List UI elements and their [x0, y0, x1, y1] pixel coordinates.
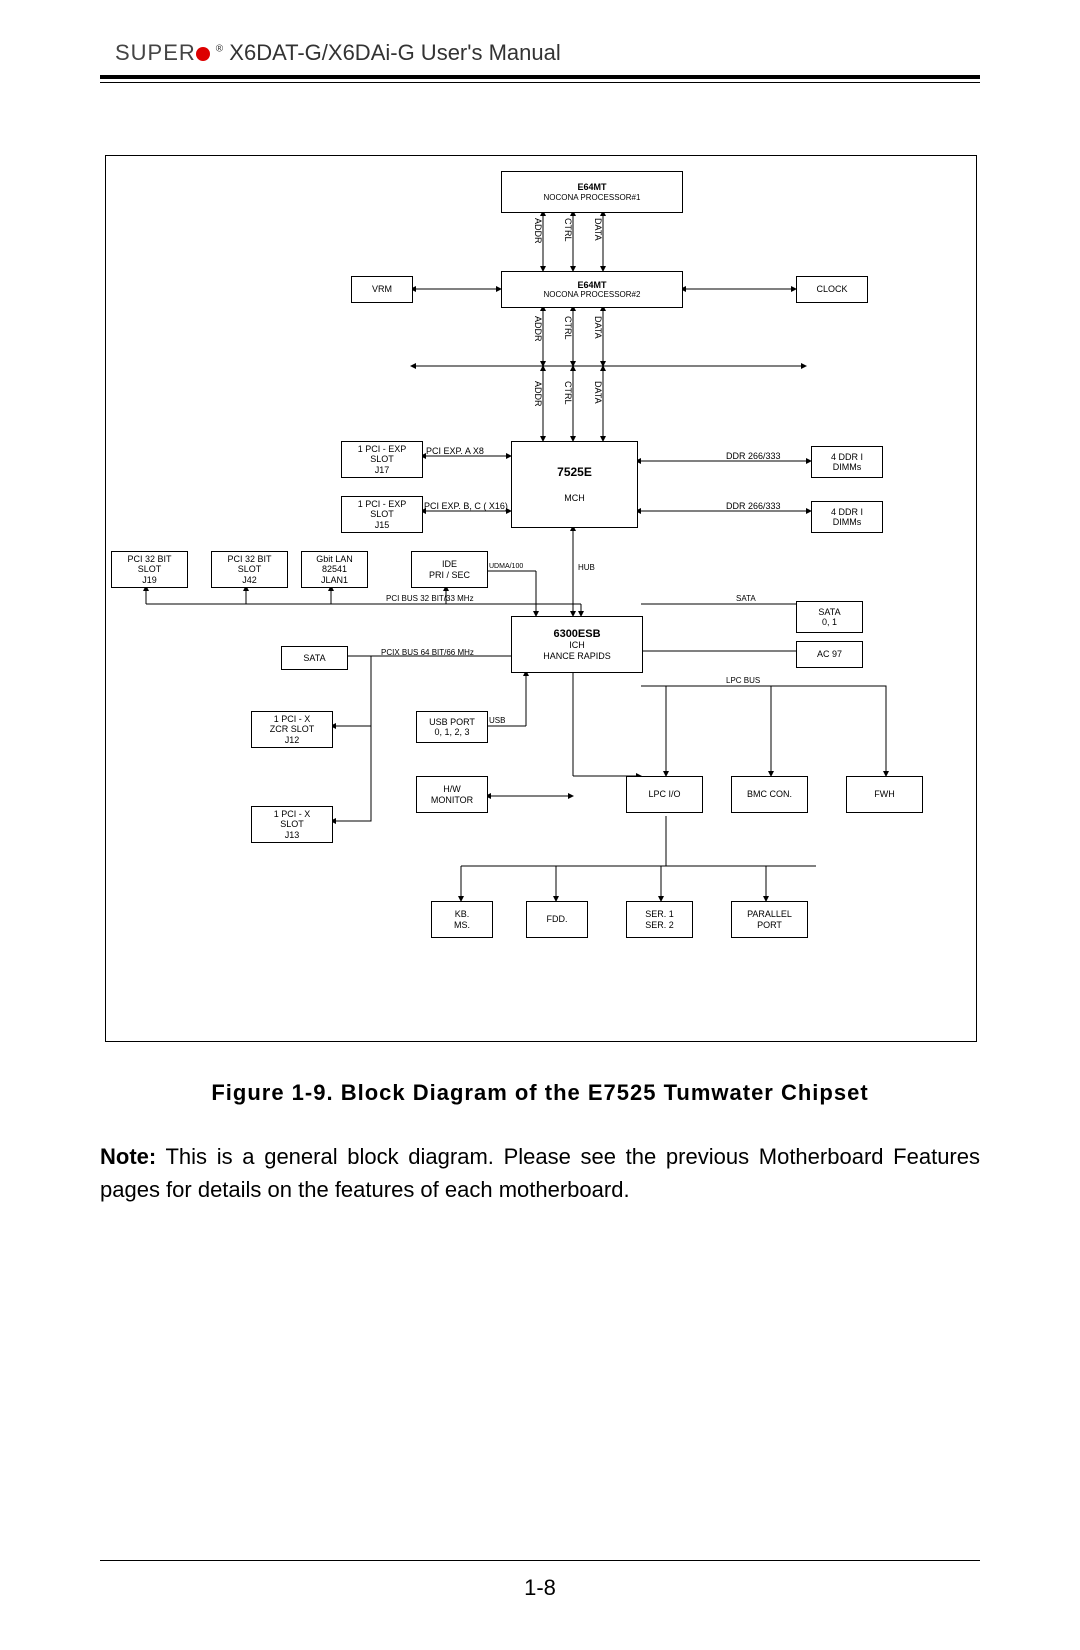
block-mch: 7525EMCH	[511, 441, 638, 528]
block-bmc: BMC CON.	[731, 776, 808, 813]
bus-addr-3: ADDR	[533, 381, 543, 407]
block-kb-ms: KB.MS.	[431, 901, 493, 938]
block-dimm-b: 4 DDR IDIMMs	[811, 501, 883, 533]
bus-ddr-2: DDR 266/333	[726, 501, 781, 511]
block-pex-slot-j15: 1 PCI - EXPSLOTJ15	[341, 496, 423, 533]
bus-ctrl-1: CTRL	[563, 218, 573, 242]
block-clock: CLOCK	[796, 276, 868, 303]
bus-ctrl-2: CTRL	[563, 316, 573, 340]
bus-addr-1: ADDR	[533, 218, 543, 244]
block-cpu2: E64MTNOCONA PROCESSOR#2	[501, 271, 683, 308]
brand: SUPER	[115, 40, 196, 65]
bus-ddr-1: DDR 266/333	[726, 451, 781, 461]
bus-pci32: PCI BUS 32 BIT/33 MHz	[386, 594, 474, 603]
block-gbit-lan: Gbit LAN82541JLAN1	[301, 551, 368, 588]
figure-note: Note: This is a general block diagram. P…	[100, 1140, 980, 1206]
block-hw-monitor: H/WMONITOR	[416, 776, 488, 813]
page-header: SUPER® X6DAT-G/X6DAi-G User's Manual	[115, 40, 561, 66]
block-usb: USB PORT0, 1, 2, 3	[416, 711, 488, 743]
header-rule	[100, 75, 980, 79]
bus-addr-2: ADDR	[533, 316, 543, 342]
bus-data-1: DATA	[593, 218, 603, 241]
block-sata: SATA	[281, 646, 348, 670]
bus-lpc: LPC BUS	[726, 676, 760, 685]
figure-caption: Figure 1-9. Block Diagram of the E7525 T…	[0, 1080, 1080, 1106]
block-diagram: E64MTNOCONA PROCESSOR#1 E64MTNOCONA PROC…	[106, 156, 976, 1041]
block-pci-j42: PCI 32 BITSLOTJ42	[211, 551, 288, 588]
bus-hub: HUB	[578, 563, 595, 572]
block-ide: IDEPRI / SEC	[411, 551, 488, 588]
bus-pcix: PCIX BUS 64 BIT/66 MHz	[381, 648, 474, 657]
block-parallel: PARALLELPORT	[731, 901, 808, 938]
header-rule-thin	[100, 82, 980, 83]
bus-pexa: PCI EXP. A X8	[426, 446, 484, 456]
block-pci-j19: PCI 32 BITSLOTJ19	[111, 551, 188, 588]
block-serial: SER. 1SER. 2	[626, 901, 693, 938]
block-sata01: SATA0, 1	[796, 601, 863, 633]
block-dimm-a: 4 DDR IDIMMs	[811, 446, 883, 478]
bus-data-3: DATA	[593, 381, 603, 404]
footer-rule	[100, 1560, 980, 1561]
block-pex-slot-j17: 1 PCI - EXPSLOTJ17	[341, 441, 423, 478]
block-cpu1: E64MTNOCONA PROCESSOR#1	[501, 171, 683, 213]
bus-pexb: PCI EXP. B, C ( X16)	[424, 501, 508, 511]
block-fwh: FWH	[846, 776, 923, 813]
block-vrm: VRM	[351, 276, 413, 303]
bus-udma: UDMA/100	[489, 563, 523, 570]
block-ac97: AC 97	[796, 641, 863, 668]
block-fdd: FDD.	[526, 901, 588, 938]
bus-usb: USB	[489, 716, 505, 725]
doc-title: X6DAT-G/X6DAi-G User's Manual	[223, 40, 561, 65]
bus-ctrl-3: CTRL	[563, 381, 573, 405]
block-pcix-zcr: 1 PCI - XZCR SLOTJ12	[251, 711, 333, 748]
brand-dot-icon	[196, 47, 210, 61]
bus-data-2: DATA	[593, 316, 603, 339]
page-number: 1-8	[0, 1575, 1080, 1601]
block-ich: 6300ESBICHHANCE RAPIDS	[511, 616, 643, 673]
bus-sata: SATA	[736, 594, 756, 603]
block-lpc-io: LPC I/O	[626, 776, 703, 813]
block-pcix-j13: 1 PCI - XSLOTJ13	[251, 806, 333, 843]
figure-frame: E64MTNOCONA PROCESSOR#1 E64MTNOCONA PROC…	[105, 155, 977, 1042]
